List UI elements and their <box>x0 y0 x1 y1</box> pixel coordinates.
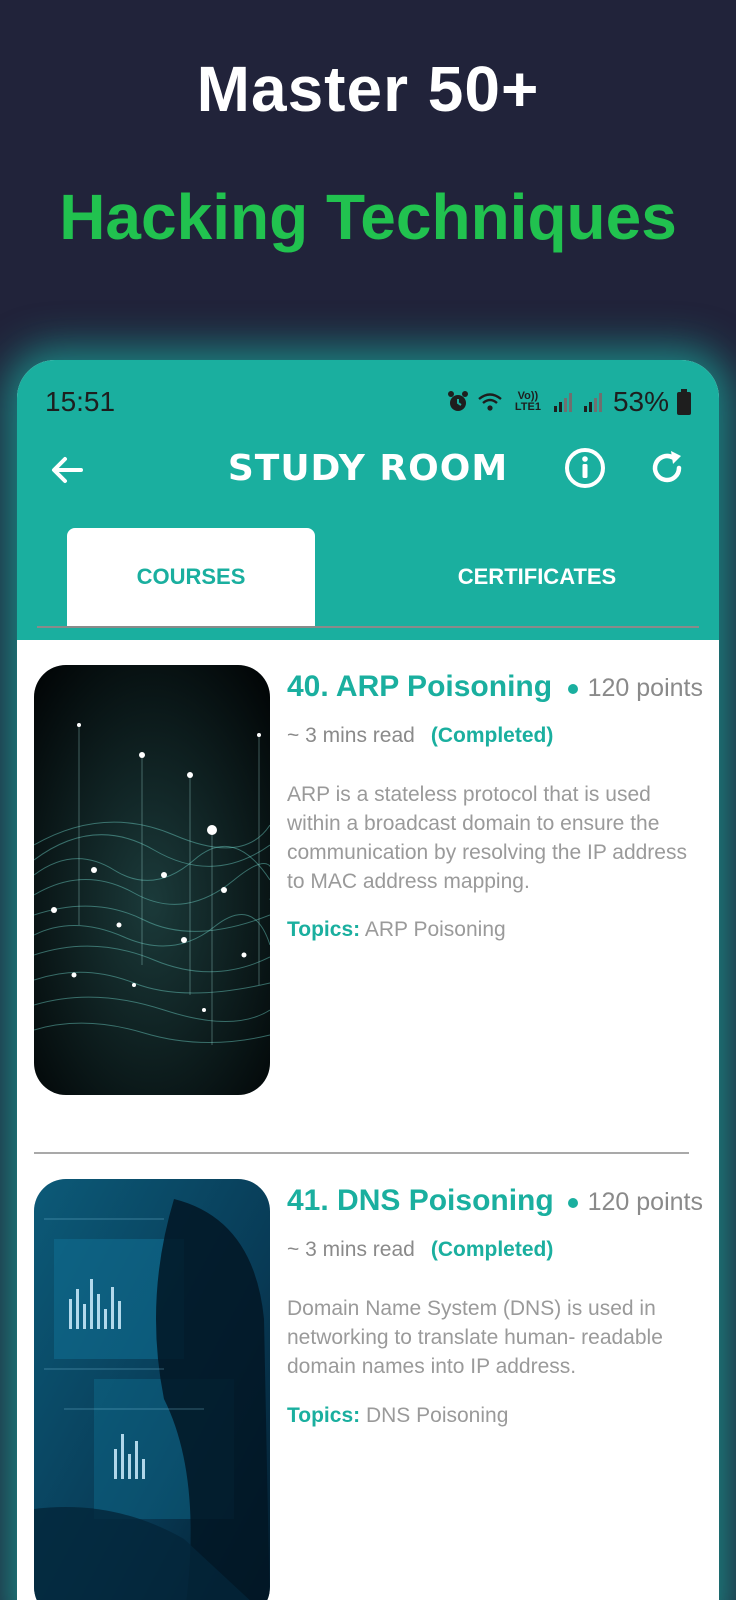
list-divider <box>34 1152 689 1154</box>
promo-subheadline: Hacking Techniques <box>59 181 677 253</box>
status-icons: Vo)) LTE1 53% <box>447 384 691 420</box>
course-card[interactable]: 40. ARP Poisoning 120 points ~ 3 mins re… <box>17 660 719 1130</box>
battery-percentage: 53% <box>612 386 669 417</box>
points-dot-icon <box>567 1197 578 1208</box>
tab-certificates[interactable]: CERTIFICATES <box>417 528 657 626</box>
course-topics: Topics: DNS Poisoning <box>287 1404 508 1428</box>
read-time: ~ 3 mins read <box>287 724 415 747</box>
course-thumbnail <box>34 665 270 1095</box>
completion-status: (Completed) <box>430 1238 554 1261</box>
refresh-icon[interactable] <box>647 448 687 488</box>
course-description: ARP is a stateless protocol that is used… <box>287 783 687 893</box>
phone-screen: 15:51 Vo)) LTE1 53% STUDY ROOM COURSES C… <box>17 360 719 1600</box>
tab-courses[interactable]: COURSES <box>67 528 315 626</box>
course-title: 40. ARP Poisoning <box>287 670 553 703</box>
info-icon[interactable] <box>563 446 607 490</box>
course-meta: ~ 3 mins read (Completed) <box>287 1238 553 1262</box>
network-label: Vo)) LTE1 <box>514 390 541 413</box>
course-points: 120 points <box>567 674 703 703</box>
battery-icon <box>677 389 691 415</box>
course-points: 120 points <box>567 1188 703 1217</box>
points-value: 120 points <box>587 1188 703 1216</box>
course-title: 41. DNS Poisoning <box>287 1184 554 1217</box>
topics-value: ARP Poisoning <box>364 918 506 941</box>
signal-strength-icon-2 <box>583 393 602 412</box>
points-dot-icon <box>567 683 578 694</box>
promo-banner: Master 50+ Hacking Techniques <box>0 0 736 340</box>
course-topics: Topics: ARP Poisoning <box>287 918 506 942</box>
alarm-icon <box>447 391 468 411</box>
completion-status: (Completed) <box>430 724 554 747</box>
wifi-icon <box>478 393 502 411</box>
course-meta: ~ 3 mins read (Completed) <box>287 724 553 748</box>
points-value: 120 points <box>587 674 703 702</box>
page-title: STUDY ROOM <box>227 448 509 489</box>
topics-label: Topics: <box>287 1404 361 1427</box>
topics-label: Topics: <box>287 918 361 941</box>
status-time: 15:51 <box>45 386 116 417</box>
signal-strength-icon <box>553 393 572 412</box>
read-time: ~ 3 mins read <box>287 1238 415 1261</box>
promo-headline: Master 50+ <box>196 53 540 125</box>
course-thumbnail <box>34 1179 270 1600</box>
topics-value: DNS Poisoning <box>365 1404 509 1427</box>
course-card[interactable]: 41. DNS Poisoning 120 points ~ 3 mins re… <box>17 1174 719 1600</box>
course-description: Domain Name System (DNS) is used in netw… <box>287 1297 663 1378</box>
header-divider <box>37 626 699 628</box>
app-header: 15:51 Vo)) LTE1 53% STUDY ROOM COURSES C… <box>17 360 719 640</box>
